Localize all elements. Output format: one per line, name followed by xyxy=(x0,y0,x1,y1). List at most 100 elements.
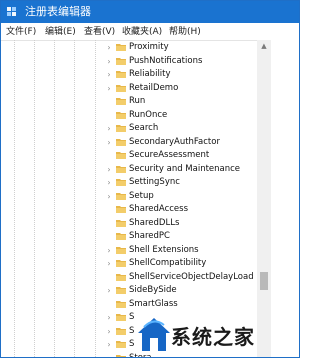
tree-item-label: Setup xyxy=(129,190,154,201)
tree-item-label: SmartGlass xyxy=(129,298,178,309)
tree-item-label: Run xyxy=(129,96,146,106)
tree-guide-line xyxy=(74,40,75,357)
folder-icon xyxy=(116,165,126,173)
chevron-right-icon[interactable]: › xyxy=(105,56,113,67)
tree-item[interactable]: › Shell Extensions xyxy=(105,244,255,258)
tree-item[interactable]: › Security and Maintenance xyxy=(105,163,255,177)
registry-editor-window: 注册表编辑器 文件(F) 编辑(E) 查看(V) 收藏夹(A) 帮助(H) › P… xyxy=(0,0,300,358)
folder-icon xyxy=(116,354,126,357)
registry-editor-icon xyxy=(7,7,16,16)
folder-icon xyxy=(116,219,126,227)
chevron-up-icon[interactable]: ▲ xyxy=(257,40,271,52)
folder-icon xyxy=(116,246,126,254)
tree-item[interactable]: › Proximity xyxy=(105,41,255,55)
menu-bar: 文件(F) 编辑(E) 查看(V) 收藏夹(A) 帮助(H) xyxy=(1,23,299,41)
tree-guide-line xyxy=(54,40,55,357)
site-watermark: 系统之家 xyxy=(131,311,299,357)
menu-edit[interactable]: 编辑(E) xyxy=(45,27,76,37)
chevron-right-icon[interactable]: › xyxy=(105,339,113,350)
chevron-right-icon[interactable]: › xyxy=(105,83,113,94)
chevron-right-icon[interactable]: › xyxy=(105,353,113,358)
watermark-text: 系统之家 xyxy=(171,325,255,349)
tree-item[interactable]: SmartGlass xyxy=(105,298,255,312)
folder-icon xyxy=(116,206,126,213)
chevron-right-icon[interactable]: › xyxy=(105,177,113,188)
folder-icon xyxy=(116,300,126,308)
folder-icon xyxy=(116,44,126,51)
folder-icon xyxy=(116,84,126,92)
tree-item-label: Shell Extensions xyxy=(129,244,199,255)
chevron-right-icon[interactable]: › xyxy=(105,312,113,323)
folder-icon xyxy=(116,71,126,78)
tree-item[interactable]: › Reliability xyxy=(105,68,255,82)
menu-file[interactable]: 文件(F) xyxy=(6,27,36,37)
tree-item-label: RetailDemo xyxy=(129,82,179,93)
tree-item-label: SecondaryAuthFactor xyxy=(129,136,220,147)
tree-item[interactable]: › RetailDemo xyxy=(105,82,255,96)
chevron-right-icon[interactable]: › xyxy=(105,285,113,296)
folder-icon xyxy=(116,138,126,146)
folder-icon xyxy=(116,98,126,105)
folder-icon xyxy=(116,233,126,240)
tree-item-label: Security and Maintenance xyxy=(129,163,241,174)
tree-item[interactable]: › SettingSync xyxy=(105,176,255,190)
folder-icon xyxy=(116,152,126,159)
tree-item[interactable]: ShellServiceObjectDelayLoad xyxy=(105,271,255,285)
folder-icon xyxy=(116,111,126,119)
folder-icon xyxy=(116,125,126,132)
tree-item-label: ShellCompatibility xyxy=(129,258,207,268)
window-title: 注册表编辑器 xyxy=(25,5,91,18)
chevron-right-icon[interactable]: › xyxy=(105,69,113,80)
folder-icon xyxy=(116,260,126,267)
menu-help[interactable]: 帮助(H) xyxy=(169,27,201,37)
tree-item-label: SharedAccess xyxy=(129,204,189,214)
folder-icon xyxy=(116,341,126,348)
folder-icon xyxy=(116,287,126,294)
tree-item[interactable]: › SideBySide xyxy=(105,284,255,298)
chevron-right-icon[interactable]: › xyxy=(105,326,113,337)
chevron-right-icon[interactable]: › xyxy=(105,164,113,175)
folder-icon xyxy=(116,327,126,335)
folder-icon xyxy=(116,192,126,200)
tree-item[interactable]: › Search xyxy=(105,122,255,136)
tree-item-label: ShellServiceObjectDelayLoad xyxy=(129,271,254,282)
title-bar[interactable]: 注册表编辑器 xyxy=(1,1,299,23)
tree-item-label: SideBySide xyxy=(129,285,177,295)
chevron-right-icon[interactable]: › xyxy=(105,258,113,269)
tree-item[interactable]: › SecondaryAuthFactor xyxy=(105,136,255,150)
folder-icon xyxy=(116,57,126,65)
chevron-right-icon[interactable]: › xyxy=(105,123,113,134)
tree-item[interactable]: RunOnce xyxy=(105,109,255,123)
tree-item[interactable]: SharedPC xyxy=(105,230,255,244)
house-logo-icon xyxy=(138,318,170,351)
chevron-right-icon[interactable]: › xyxy=(105,137,113,148)
tree-item[interactable]: › ShellCompatibility xyxy=(105,257,255,271)
chevron-right-icon[interactable]: › xyxy=(105,245,113,256)
tree-item-label: Search xyxy=(129,123,159,133)
tree-item-label: Proximity xyxy=(129,42,169,52)
tree-item[interactable]: SharedAccess xyxy=(105,203,255,217)
menu-favorites[interactable]: 收藏夹(A) xyxy=(122,27,162,37)
chevron-right-icon[interactable]: › xyxy=(105,191,113,202)
tree-item[interactable]: SecureAssessment xyxy=(105,149,255,163)
tree-item[interactable]: Run xyxy=(105,95,255,109)
tree-guide-line xyxy=(95,40,96,357)
tree-item-label: RunOnce xyxy=(129,109,168,120)
tree-guide-line xyxy=(34,40,35,357)
tree-item[interactable]: › PushNotifications xyxy=(105,55,255,69)
tree-item-label: SharedPC xyxy=(129,231,170,241)
scrollbar-thumb[interactable] xyxy=(260,272,268,290)
tree-item-label: SettingSync xyxy=(129,177,180,187)
tree-item-label: SharedDLLs xyxy=(129,217,180,228)
tree-item-label: Reliability xyxy=(129,69,171,79)
chevron-right-icon[interactable]: › xyxy=(105,42,113,53)
folder-icon xyxy=(116,273,126,281)
tree-item[interactable]: › Setup xyxy=(105,190,255,204)
folder-icon xyxy=(116,179,126,186)
tree-guide-line xyxy=(14,40,15,357)
folder-icon xyxy=(116,314,126,321)
tree-item-label: SecureAssessment xyxy=(129,150,210,160)
tree-item-label: PushNotifications xyxy=(129,55,203,66)
menu-view[interactable]: 查看(V) xyxy=(84,27,115,37)
tree-item[interactable]: SharedDLLs xyxy=(105,217,255,231)
